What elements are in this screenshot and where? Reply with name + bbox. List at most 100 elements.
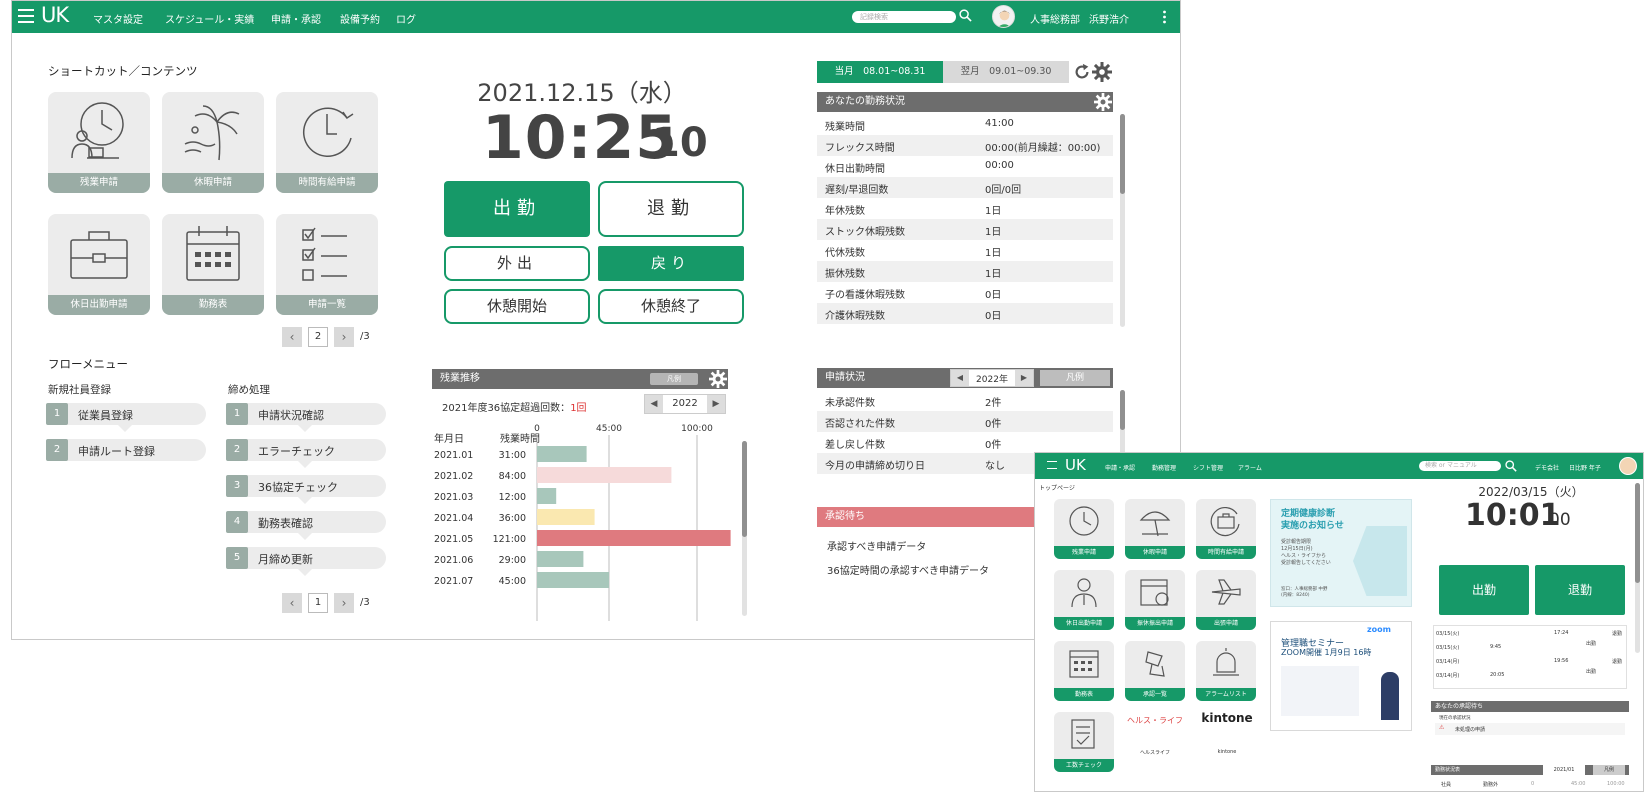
tab-next-month[interactable]: 翌月 09.01~09.30 <box>943 61 1069 83</box>
tile-substitute-holiday[interactable]: 振休振出申請 <box>1125 570 1185 630</box>
flow-item[interactable]: 2 エラーチェック <box>226 439 386 468</box>
search-icon[interactable] <box>959 9 972 22</box>
tile-holiday-work[interactable]: 休日出勤申請 <box>48 214 150 315</box>
tab-current-month[interactable]: 当月 08.01~08.31 <box>817 61 943 83</box>
app-legend-button[interactable]: 凡例 <box>1040 370 1110 386</box>
tile-overtime[interactable]: 残業申請 <box>1054 499 1114 559</box>
clock-out-button[interactable]: 退勤 <box>598 181 744 237</box>
table-row[interactable]: 否認された件数 0件 <box>817 411 1113 432</box>
user-name[interactable]: 日比野 年子 <box>1569 463 1601 472</box>
search-input[interactable]: 検索 or マニュアル <box>1419 461 1501 471</box>
work-year-selector[interactable]: 2021/01 <box>1543 765 1585 775</box>
nav-item[interactable]: シフト管理 <box>1193 463 1223 472</box>
bar <box>537 572 609 588</box>
scrollbar-thumb[interactable] <box>1635 483 1640 583</box>
secondary-scrollbar[interactable] <box>1635 483 1640 653</box>
tile-timesheet[interactable]: 勤務表 <box>162 214 264 315</box>
avatar[interactable] <box>1619 457 1637 475</box>
health-life-logo[interactable]: ヘルス・ライフ <box>1121 715 1189 726</box>
user-name[interactable]: 浜野浩介 <box>1089 11 1129 26</box>
next-year-button[interactable]: ▶ <box>1015 370 1033 386</box>
clock-in-button[interactable]: 出勤 <box>444 181 590 237</box>
nav-item-master[interactable]: マスタ設定 <box>93 11 143 26</box>
approval-row[interactable]: ⚠ 未処理の申請 <box>1435 723 1625 735</box>
tile-alarm-list[interactable]: アラームリスト <box>1196 641 1256 701</box>
gear-icon[interactable] <box>709 370 727 388</box>
clock-in-button[interactable]: 出勤 <box>1439 565 1529 615</box>
nav-item-facility[interactable]: 設備予約 <box>340 11 380 26</box>
work-status-scrollbar[interactable] <box>1120 114 1125 327</box>
legend-button[interactable]: 凡例 <box>1593 765 1625 775</box>
page-number[interactable]: 2 <box>308 327 328 347</box>
flow-item[interactable]: 1 申請状況確認 <box>226 403 386 432</box>
health-check-banner[interactable]: 定期健康診断 実施のお知らせ 受診報告期限 12月15日(月) ヘルス・ライフか… <box>1270 499 1412 607</box>
search-icon[interactable] <box>1505 460 1517 472</box>
kintone-logo[interactable]: kintone <box>1193 711 1261 725</box>
tile-business-trip[interactable]: 出張申請 <box>1196 570 1256 630</box>
table-row: 代休残数 1日 <box>817 240 1113 261</box>
prev-page-button[interactable]: ‹ <box>282 327 302 347</box>
tile-hourly-leave[interactable]: 時間有給申請 <box>1196 499 1256 559</box>
scrollbar-thumb[interactable] <box>1120 114 1125 194</box>
flow-item[interactable]: 5 月締め更新 <box>226 547 386 576</box>
break-start-button[interactable]: 休憩開始 <box>444 289 590 324</box>
flow-item[interactable]: 1 従業員登録 <box>46 403 206 432</box>
flow-arrow <box>298 569 312 576</box>
prev-page-button[interactable]: ‹ <box>282 593 302 613</box>
flow-item[interactable]: 2 申請ルート登録 <box>46 439 206 461</box>
chart-scrollbar[interactable] <box>742 441 747 616</box>
next-page-button[interactable]: › <box>334 593 354 613</box>
nav-item[interactable]: アラーム <box>1238 463 1262 472</box>
nav-item-log[interactable]: ログ <box>396 11 416 26</box>
shortcuts-title: ショートカット／コンテンツ <box>48 64 198 78</box>
more-vertical-icon[interactable] <box>1163 10 1166 24</box>
tile-holiday-work[interactable]: 休日出勤申請 <box>1054 570 1114 630</box>
table-row: 休日出勤時間 00:00 <box>817 156 1113 177</box>
nav-item[interactable]: 申請・承認 <box>1105 463 1135 472</box>
tile-application-list[interactable]: 申請一覧 <box>276 214 378 315</box>
hamburger-menu-icon[interactable] <box>18 9 34 23</box>
approval-item[interactable]: 36協定時間の承認すべき申請データ <box>827 562 989 577</box>
app-logo[interactable]: UK <box>1065 456 1086 474</box>
app-year-selector[interactable]: ◀ 2022年 ▶ <box>950 369 1034 387</box>
return-button[interactable]: 戻り <box>598 246 744 281</box>
seminar-banner[interactable]: zoom 管理職セミナー ZOOM開催 1月9日 16時 <box>1270 621 1412 731</box>
page-number[interactable]: 1 <box>308 593 328 613</box>
tile-workload-check[interactable]: 工数チェック <box>1054 712 1114 772</box>
tile-label: 出張申請 <box>1196 617 1256 630</box>
year-selector[interactable]: ◀ 2022 ▶ <box>644 394 726 414</box>
prev-year-button[interactable]: ◀ <box>645 395 663 413</box>
clock-out-button[interactable]: 退勤 <box>1535 565 1625 615</box>
gear-icon[interactable] <box>1094 93 1112 111</box>
app-logo[interactable]: UK <box>41 3 69 27</box>
scrollbar-thumb[interactable] <box>1120 390 1125 430</box>
next-year-button[interactable]: ▶ <box>707 395 725 413</box>
hamburger-menu-icon[interactable] <box>1047 461 1057 469</box>
tile-approval-list[interactable]: 承認一覧 <box>1125 641 1185 701</box>
nav-item-schedule[interactable]: スケジュール・実績 <box>165 11 254 26</box>
nav-item[interactable]: 勤務管理 <box>1152 463 1176 472</box>
nav-item-approval[interactable]: 申請・承認 <box>271 11 321 26</box>
tile-leave[interactable]: 休暇申請 <box>162 92 264 193</box>
tile-timesheet[interactable]: 勤務表 <box>1054 641 1114 701</box>
avatar[interactable] <box>992 5 1015 28</box>
scrollbar-thumb[interactable] <box>742 441 747 537</box>
refresh-icon[interactable] <box>1073 63 1091 81</box>
go-out-button[interactable]: 外出 <box>444 246 590 281</box>
flow-item[interactable]: 3 36協定チェック <box>226 475 386 504</box>
approval-item[interactable]: 承認すべき申請データ <box>827 538 926 553</box>
legend-button[interactable]: 凡例 <box>650 373 698 385</box>
prev-year-button[interactable]: ◀ <box>951 370 969 386</box>
next-page-button[interactable]: › <box>334 327 354 347</box>
gear-icon[interactable] <box>1092 62 1112 82</box>
tile-overtime[interactable]: 残業申請 <box>48 92 150 193</box>
breadcrumb[interactable]: トップページ <box>1039 483 1075 492</box>
break-end-button[interactable]: 休憩終了 <box>598 289 744 324</box>
search-input[interactable]: 記録検索 <box>852 11 956 23</box>
table-row[interactable]: 差し戻し件数 0件 <box>817 432 1113 453</box>
work-status-title: あなたの勤務状況 <box>825 96 905 107</box>
tile-leave[interactable]: 休暇申請 <box>1125 499 1185 559</box>
table-row[interactable]: 未承認件数 2件 <box>817 390 1113 411</box>
tile-hourly-leave[interactable]: 時間有給申請 <box>276 92 378 193</box>
flow-item[interactable]: 4 勤務表確認 <box>226 511 386 540</box>
